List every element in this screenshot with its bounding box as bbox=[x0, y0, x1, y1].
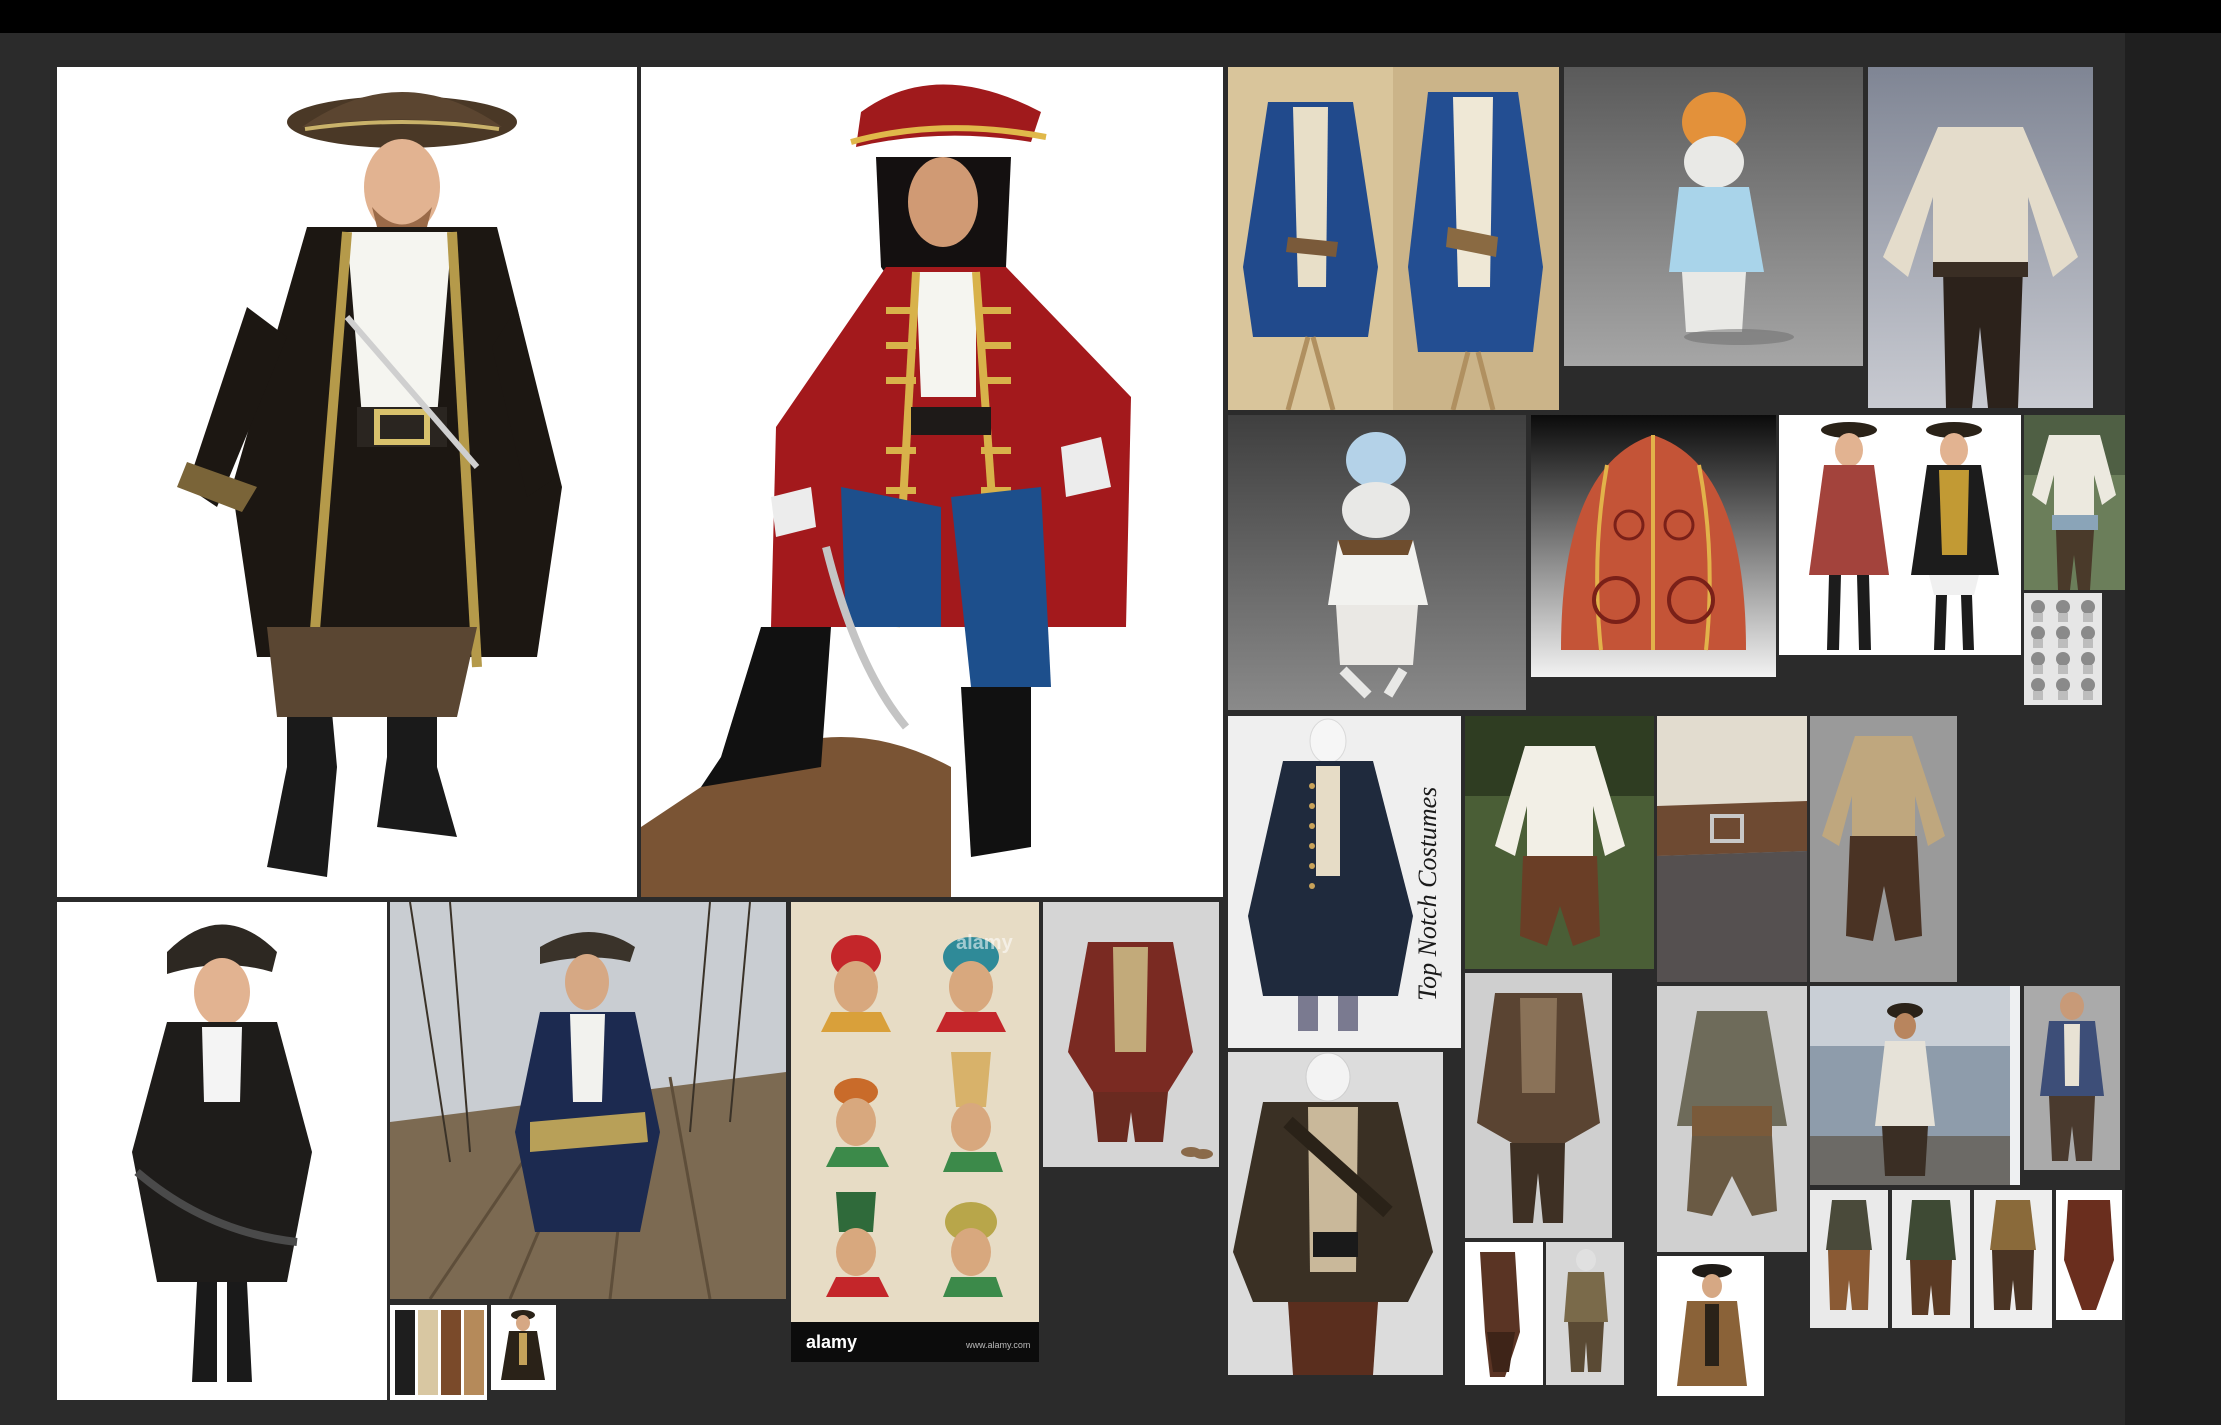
olive-coat-belts-illustration bbox=[1228, 1052, 1443, 1375]
image-vest-costume[interactable] bbox=[1043, 902, 1219, 1167]
image-leather-belt[interactable] bbox=[1657, 716, 1807, 982]
breeches-3-illustration bbox=[1974, 1190, 2052, 1328]
image-turban-heads-print[interactable]: alamy alamy www.alamy.com bbox=[791, 902, 1039, 1362]
brown-layered-rags-illustration bbox=[1465, 973, 1612, 1238]
brown-pants-pair-illustration bbox=[1480, 1252, 1520, 1377]
turban-sketches-illustration bbox=[2031, 600, 2095, 700]
image-ship-deck-pirate[interactable] bbox=[390, 902, 786, 1299]
image-red-pirate-coat[interactable] bbox=[641, 67, 1223, 897]
blue-frock-coats-illustration bbox=[1228, 67, 1559, 410]
image-brown-layered-rags[interactable] bbox=[1465, 973, 1612, 1238]
black-pirate-coat-illustration bbox=[177, 92, 562, 877]
image-mini-coat[interactable] bbox=[491, 1305, 556, 1390]
image-olive-coat-belts[interactable] bbox=[1228, 1052, 1443, 1375]
pants-swatches-illustration bbox=[395, 1310, 484, 1395]
image-tan-shirt-breeches[interactable] bbox=[1810, 716, 1957, 982]
turban-heads-print-illustration bbox=[791, 902, 1039, 1362]
small-figure-pants-illustration bbox=[1546, 1242, 1624, 1385]
top-notch-costumes-watermark: Top Notch Costumes bbox=[1413, 786, 1442, 1001]
image-cream-shirt[interactable] bbox=[1868, 67, 2093, 408]
embroidered-cap-illustration bbox=[1531, 415, 1776, 677]
image-blue-frock-coats[interactable] bbox=[1228, 67, 1559, 410]
sash-outfit-illustration bbox=[2024, 415, 2125, 590]
image-pants-swatches[interactable] bbox=[390, 1305, 487, 1400]
breeches-4-illustration bbox=[2064, 1200, 2114, 1310]
vest-costume-illustration bbox=[1043, 902, 1219, 1167]
hamster-model-white-illustration bbox=[1228, 415, 1526, 710]
image-breeches-row-3[interactable] bbox=[1974, 1190, 2052, 1328]
image-navy-justaucorps[interactable]: Top Notch Costumes bbox=[1228, 716, 1461, 1048]
breeches-2-illustration bbox=[1892, 1190, 1970, 1328]
image-forest-blouse[interactable] bbox=[1465, 716, 1654, 969]
red-pirate-coat-illustration bbox=[641, 84, 1131, 897]
image-small-figure-pants[interactable] bbox=[1546, 1242, 1624, 1385]
jack-sparrow-still-illustration bbox=[1810, 986, 2020, 1185]
image-breeches-row-2[interactable] bbox=[1892, 1190, 1970, 1328]
alamy-watermark: alamy bbox=[956, 932, 1013, 954]
image-black-pirate-coat[interactable] bbox=[57, 67, 637, 897]
alamy-url: www.alamy.com bbox=[966, 1340, 1031, 1350]
image-child-pirate[interactable] bbox=[57, 902, 387, 1400]
tan-shirt-breeches-illustration bbox=[1810, 716, 1957, 982]
blue-vest-figure-illustration bbox=[2024, 986, 2120, 1170]
image-breeches-row-1[interactable] bbox=[1810, 1190, 1888, 1328]
image-blue-vest-figure[interactable] bbox=[2024, 986, 2120, 1170]
small-pirate-tricorn-illustration bbox=[1677, 1264, 1747, 1386]
hamster-model-blue-illustration bbox=[1564, 67, 1863, 366]
two-pirate-women-illustration bbox=[1809, 422, 1999, 650]
breeches-1-illustration bbox=[1810, 1190, 1888, 1328]
cream-shirt-illustration bbox=[1868, 67, 2093, 408]
green-sack-costume-illustration bbox=[1657, 986, 1807, 1252]
forest-blouse-illustration bbox=[1465, 716, 1654, 969]
image-turban-sketches[interactable] bbox=[2024, 593, 2102, 705]
image-breeches-row-4[interactable] bbox=[2056, 1190, 2122, 1320]
image-brown-pants-pair[interactable] bbox=[1465, 1242, 1543, 1385]
image-jack-sparrow-still[interactable] bbox=[1810, 986, 2020, 1185]
image-small-pirate-tricorn[interactable] bbox=[1657, 1256, 1764, 1396]
child-pirate-illustration bbox=[132, 924, 312, 1382]
image-green-sack-costume[interactable] bbox=[1657, 986, 1807, 1252]
alamy-logo: alamy bbox=[806, 1332, 858, 1352]
image-hamster-model-white[interactable] bbox=[1228, 415, 1526, 710]
ship-deck-pirate-illustration bbox=[390, 902, 786, 1299]
image-embroidered-cap[interactable] bbox=[1531, 415, 1776, 677]
image-two-pirate-women[interactable] bbox=[1779, 415, 2021, 655]
image-sash-outfit[interactable] bbox=[2024, 415, 2125, 590]
image-hamster-model-blue[interactable] bbox=[1564, 67, 1863, 366]
leather-belt-illustration bbox=[1657, 716, 1807, 982]
right-side-panel bbox=[2125, 33, 2221, 1425]
mini-coat-illustration bbox=[501, 1310, 545, 1380]
top-bar bbox=[0, 0, 2221, 33]
